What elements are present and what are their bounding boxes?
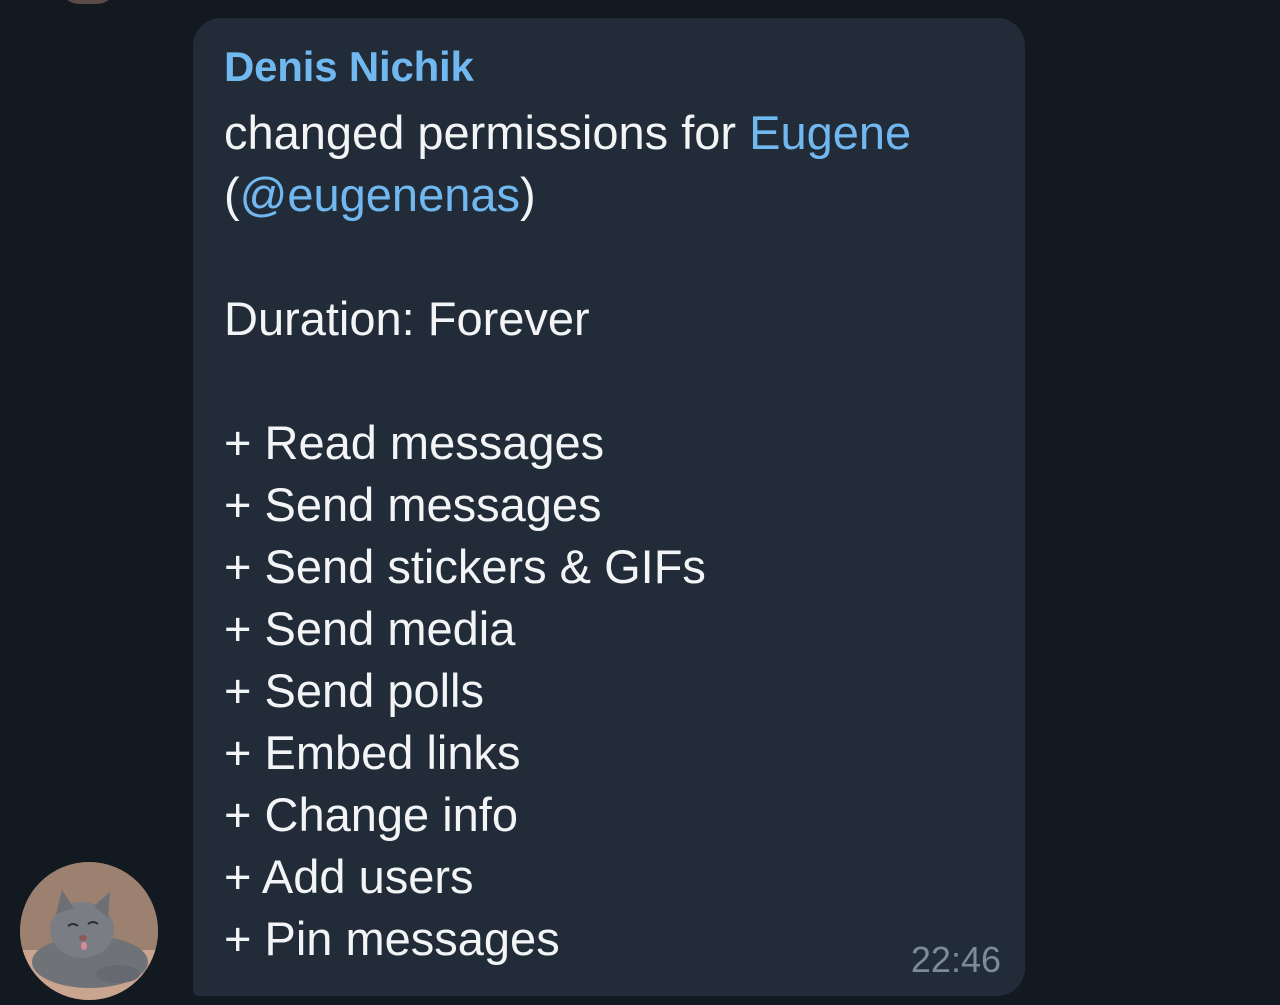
message-bubble[interactable]: Denis Nichik changed permissions for Eug… xyxy=(193,18,1025,996)
sender-name[interactable]: Denis Nichik xyxy=(224,40,995,94)
chat-view: Denis Nichik changed permissions for Eug… xyxy=(0,0,1280,1005)
paren-open: ( xyxy=(224,168,240,221)
permission-item: + Send stickers & GIFs xyxy=(224,540,706,593)
permission-item: + Pin messages xyxy=(224,912,560,965)
cat-photo-avatar-icon xyxy=(20,862,158,1000)
permission-item: + Send messages xyxy=(224,478,602,531)
permission-item: + Read messages xyxy=(224,416,605,469)
target-user-link[interactable]: Eugene xyxy=(749,106,911,159)
permission-item: + Embed links xyxy=(224,726,521,779)
permission-item: + Send polls xyxy=(224,664,484,717)
permission-item: + Send media xyxy=(224,602,516,655)
permissions-list: + Read messages + Send messages + Send s… xyxy=(224,412,995,970)
message-text: changed permissions for Eugene (@eugenen… xyxy=(224,102,995,226)
message-time: 22:46 xyxy=(910,939,1001,980)
paren-close: ) xyxy=(519,168,536,221)
permission-item: + Add users xyxy=(224,850,474,903)
action-text: changed permissions for xyxy=(224,106,750,159)
previous-avatar-edge[interactable] xyxy=(58,0,118,4)
permission-item: + Change info xyxy=(224,788,518,841)
sender-avatar[interactable] xyxy=(20,862,158,1000)
duration-text: Duration: Forever xyxy=(224,292,590,345)
target-username-link[interactable]: @eugenenas xyxy=(240,168,520,221)
